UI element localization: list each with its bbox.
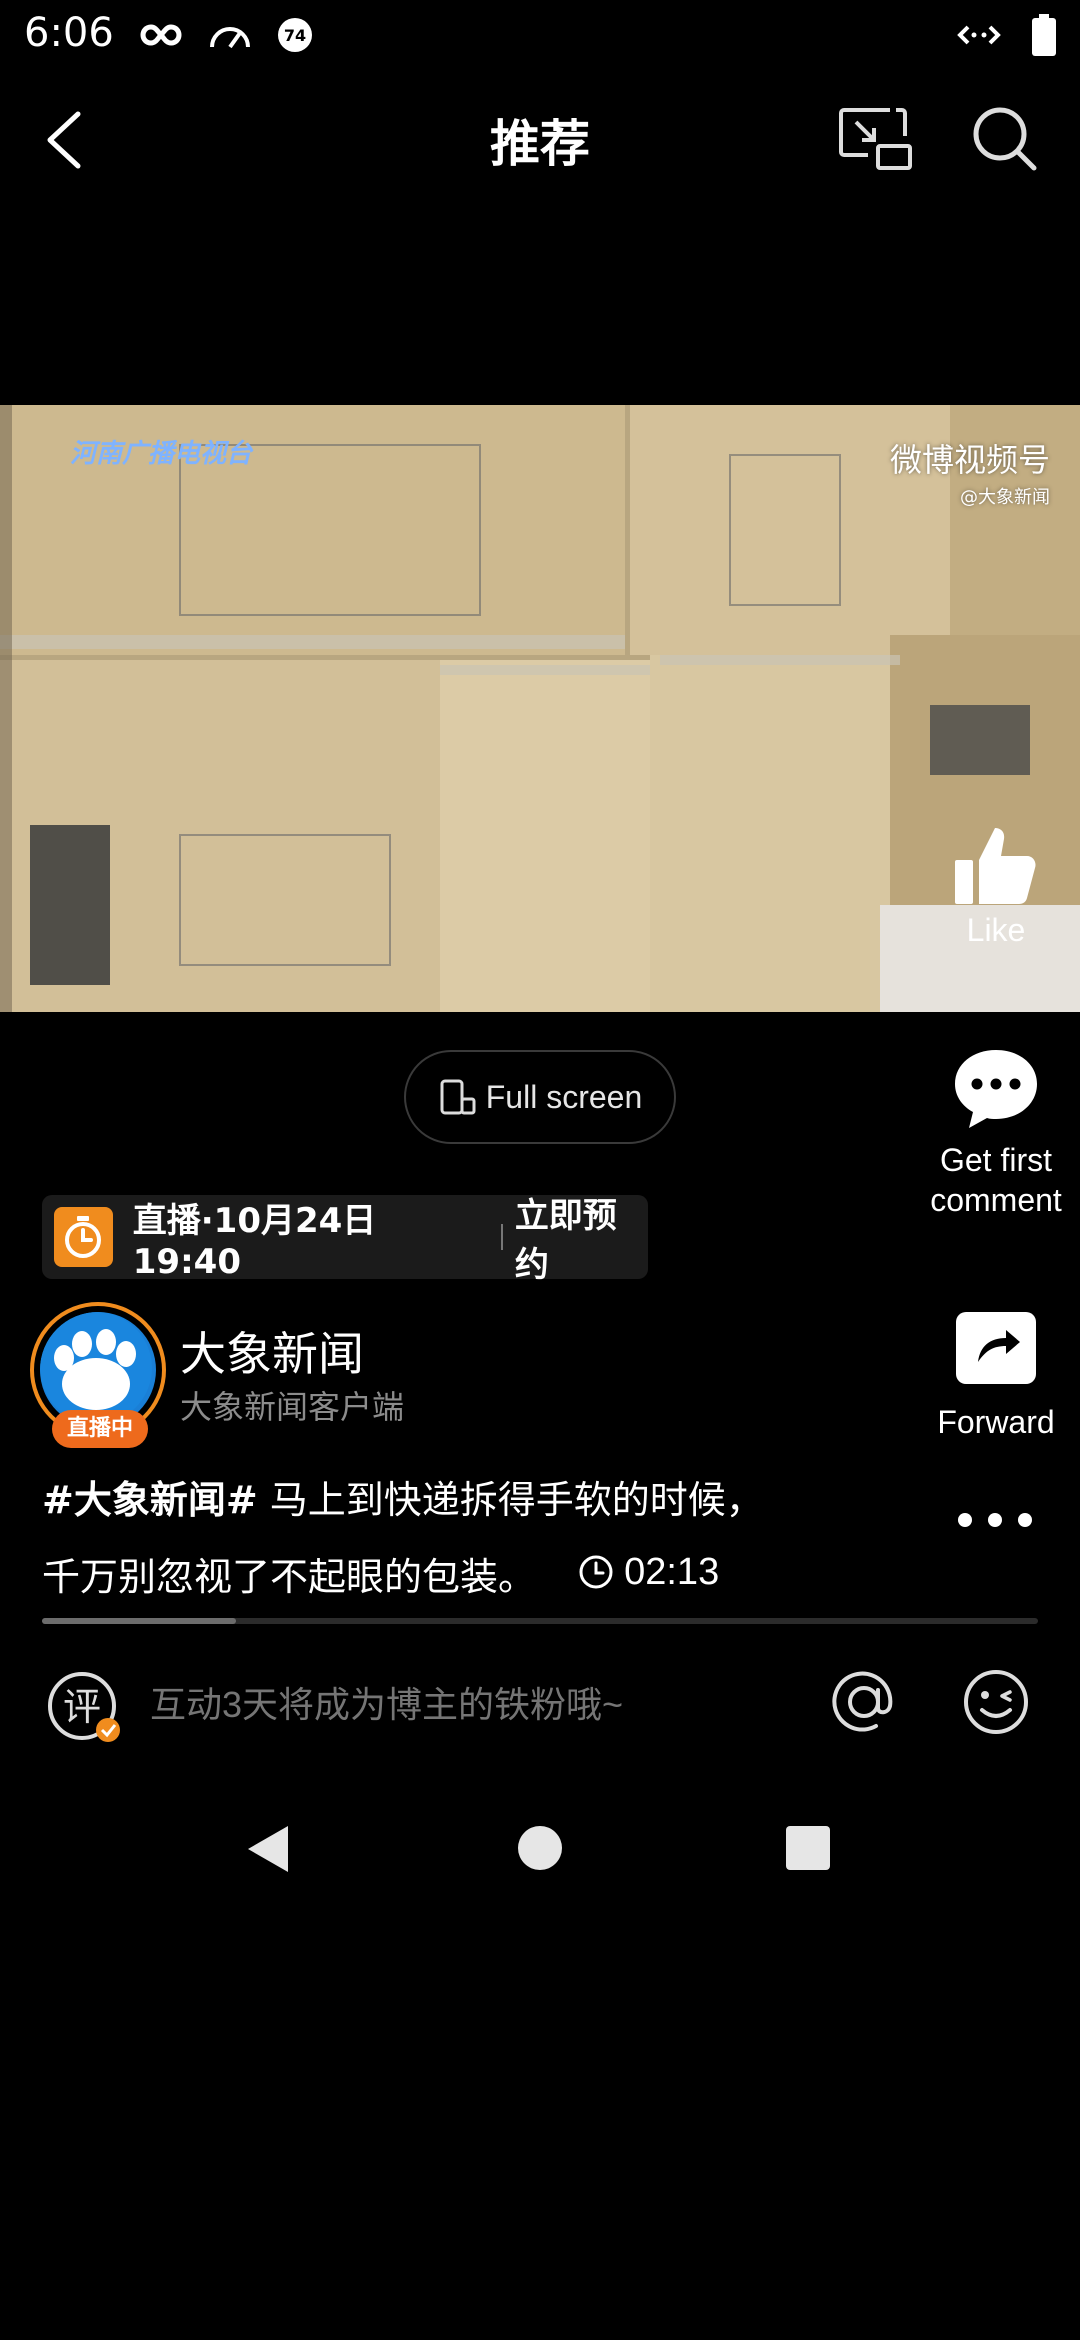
post-hashtag[interactable]: #大象新闻#	[42, 1478, 258, 1522]
clock-icon	[579, 1555, 613, 1589]
forward-button[interactable]: Forward	[896, 1306, 1080, 1442]
share-icon	[956, 1312, 1036, 1384]
battery-icon	[1032, 14, 1056, 56]
top-nav: 推荐	[0, 90, 1080, 190]
video-watermark-right: 微博视频号 @大象新闻	[890, 435, 1050, 509]
emoji-button[interactable]	[962, 1668, 1030, 1736]
reserve-now-button[interactable]: 立即预约	[515, 1188, 648, 1286]
video-duration: 02:13	[578, 1536, 719, 1608]
system-navigation-bar	[0, 1800, 1080, 1896]
picture-in-picture-button[interactable]	[838, 106, 914, 172]
live-schedule-text: 直播·10月24日 19:40	[132, 1200, 377, 1282]
fullscreen-button[interactable]: Full screen	[404, 1050, 676, 1144]
author-name[interactable]: 大象新闻	[180, 1318, 364, 1384]
at-sign-icon	[832, 1671, 893, 1732]
page-title: 推荐	[490, 115, 590, 173]
emoji-wink-icon	[964, 1670, 1028, 1734]
author-subtitle: 大象新闻客户端	[180, 1388, 405, 1426]
comment-label: Get first comment	[930, 1142, 1062, 1218]
infinity-icon	[140, 24, 182, 46]
like-button[interactable]: Like	[896, 820, 1080, 950]
data-arrows-icon	[957, 25, 1001, 45]
badge-74-text: 74	[283, 25, 307, 45]
nav-home-icon[interactable]	[518, 1826, 562, 1870]
post-text-line2: 千万别忽视了不起眼的包装。	[42, 1555, 537, 1599]
timer-icon	[54, 1207, 113, 1267]
video-progress-fill	[42, 1618, 237, 1624]
post-text-line1: 马上到快递拆得手软的时候，	[257, 1478, 764, 1522]
comment-button[interactable]: Get first comment	[896, 1046, 1080, 1220]
weibo-video-watermark: 微博视频号	[889, 441, 1050, 479]
post-description: #大象新闻# 马上到快递拆得手软的时候， 千万别忽视了不起眼的包装。 02:13	[42, 1464, 862, 1613]
elephant-paw-logo-icon	[40, 1312, 152, 1424]
search-icon	[973, 107, 1037, 171]
rotate-phone-icon	[440, 1079, 476, 1115]
thumbs-up-icon	[955, 828, 1036, 904]
gauge-icon	[210, 27, 250, 49]
status-time: 6:06	[24, 10, 114, 56]
more-dots-icon	[958, 1513, 1032, 1527]
comment-bar: 评	[0, 1660, 1080, 1760]
badge-74-icon: 74	[278, 18, 312, 52]
status-bar: 6:06 74	[0, 0, 1080, 72]
live-reservation-card[interactable]: 直播·10月24日 19:40 立即预约	[42, 1195, 648, 1285]
video-duration-text: 02:13	[624, 1551, 720, 1593]
fullscreen-label: Full screen	[485, 1078, 643, 1115]
status-icons-right	[956, 14, 1056, 56]
like-label: Like	[966, 912, 1026, 948]
nav-recent-apps-icon[interactable]	[786, 1826, 830, 1870]
forward-label: Forward	[937, 1404, 1055, 1440]
comment-bubble-icon	[955, 1050, 1037, 1128]
comment-entry-icon[interactable]: 评	[46, 1668, 126, 1748]
comment-icon-text: 评	[63, 1685, 101, 1729]
live-card-divider	[500, 1224, 503, 1250]
picture-in-picture-icon	[839, 108, 912, 170]
live-status-badge: 直播中	[52, 1410, 148, 1448]
comment-input[interactable]	[150, 1684, 770, 1726]
video-progress-bar[interactable]	[42, 1618, 1038, 1624]
search-button[interactable]	[970, 104, 1040, 174]
nav-back-icon[interactable]	[244, 1824, 292, 1874]
weibo-video-handle: @大象新闻	[960, 487, 1050, 508]
video-watermark-left: 河南广播电视台	[70, 439, 253, 469]
more-options-button[interactable]	[950, 1510, 1040, 1560]
status-icons-left: 74	[140, 18, 312, 52]
mention-button[interactable]	[830, 1668, 898, 1736]
